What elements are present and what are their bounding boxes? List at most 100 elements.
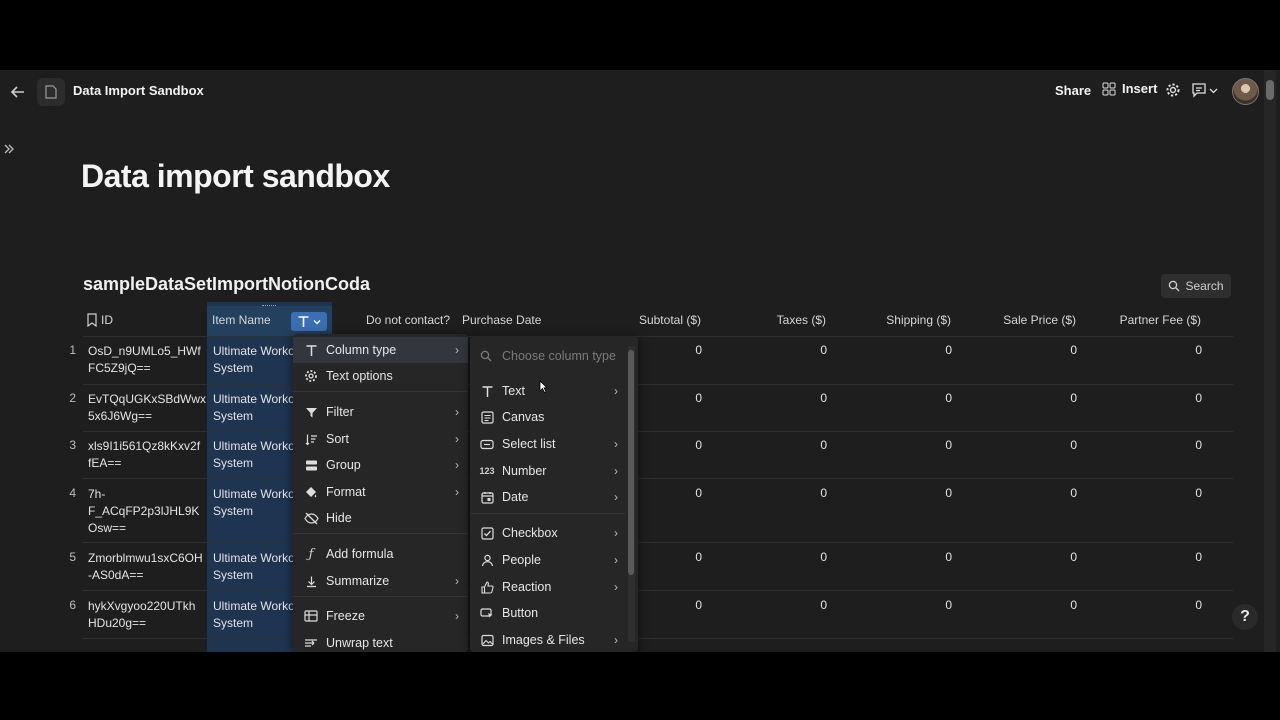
- column-type-button[interactable]: [291, 312, 327, 331]
- cell-taxes[interactable]: 0: [787, 438, 827, 452]
- cell-item-name[interactable]: Ultimate Worko System: [213, 486, 295, 520]
- help-button[interactable]: ?: [1232, 604, 1258, 630]
- cell-shipping[interactable]: 0: [912, 343, 952, 357]
- type-item-checkbox[interactable]: Checkbox ›: [470, 520, 638, 546]
- select-list-icon: [479, 436, 495, 452]
- mouse-cursor-icon: [539, 380, 549, 394]
- cell-partner-fee[interactable]: 0: [1162, 486, 1202, 500]
- avatar[interactable]: [1232, 78, 1259, 105]
- submenu-scroll-thumb[interactable]: [628, 350, 634, 575]
- cell-subtotal[interactable]: 0: [662, 486, 702, 500]
- cell-shipping[interactable]: 0: [912, 391, 952, 405]
- cell-partner-fee[interactable]: 0: [1162, 550, 1202, 564]
- gear-icon[interactable]: [1165, 82, 1181, 98]
- expand-sidebar-icon[interactable]: [2, 142, 16, 156]
- cell-id[interactable]: xls9I1i561Qz8kKxv2f fEA==: [88, 438, 200, 472]
- menu-item-group[interactable]: Group ›: [293, 452, 468, 478]
- drag-handle-icon[interactable]: [262, 305, 276, 308]
- cell-sale-price[interactable]: 0: [1037, 598, 1077, 612]
- page-scrollbar[interactable]: [1264, 70, 1276, 652]
- canvas-icon: [479, 409, 495, 425]
- menu-item-unwrap-text[interactable]: Unwrap text: [293, 630, 468, 652]
- type-item-text[interactable]: Text ›: [470, 378, 638, 404]
- page-scroll-thumb[interactable]: [1266, 80, 1274, 100]
- cell-taxes[interactable]: 0: [787, 343, 827, 357]
- cell-shipping[interactable]: 0: [912, 486, 952, 500]
- chevron-right-icon: ›: [455, 574, 459, 588]
- cell-shipping[interactable]: 0: [912, 550, 952, 564]
- menu-item-column-type[interactable]: Column type ›: [293, 337, 468, 363]
- comments-menu[interactable]: [1191, 82, 1218, 98]
- menu-item-filter[interactable]: Filter ›: [293, 399, 468, 425]
- cell-taxes[interactable]: 0: [787, 598, 827, 612]
- button-icon: [479, 605, 495, 621]
- column-header-purchase-date[interactable]: Purchase Date: [462, 313, 541, 327]
- column-header-subtotal[interactable]: Subtotal ($): [600, 313, 701, 327]
- cell-id[interactable]: EvTQqUGKxSBdWwx 5x6J6Wg==: [88, 391, 206, 425]
- table-title[interactable]: sampleDataSetImportNotionCoda: [83, 274, 370, 295]
- menu-item-text-options[interactable]: Text options: [293, 363, 468, 389]
- chevron-down-icon: [313, 318, 321, 326]
- cell-sale-price[interactable]: 0: [1037, 343, 1077, 357]
- type-item-button[interactable]: Button: [470, 600, 638, 626]
- chevron-right-icon: ›: [614, 490, 618, 504]
- cell-subtotal[interactable]: 0: [662, 550, 702, 564]
- cell-sale-price[interactable]: 0: [1037, 550, 1077, 564]
- cell-item-name[interactable]: Ultimate Worko System: [213, 343, 295, 377]
- cell-id[interactable]: hykXvgyoo220UTkh HDu20g==: [88, 598, 195, 632]
- cell-taxes[interactable]: 0: [787, 550, 827, 564]
- menu-item-format[interactable]: Format ›: [293, 479, 468, 505]
- back-arrow-icon[interactable]: [8, 82, 28, 102]
- type-item-canvas[interactable]: Canvas: [470, 404, 638, 430]
- cell-item-name[interactable]: Ultimate Worko System: [213, 598, 295, 632]
- column-header-id[interactable]: ID: [101, 313, 113, 327]
- menu-item-sort[interactable]: Sort ›: [293, 426, 468, 452]
- type-item-number[interactable]: 123 Number ›: [470, 458, 638, 484]
- cell-sale-price[interactable]: 0: [1037, 391, 1077, 405]
- type-item-date[interactable]: Date ›: [470, 484, 638, 510]
- column-header-item-name-label[interactable]: Item Name: [212, 313, 271, 327]
- formula-icon: ƒ: [308, 546, 314, 562]
- cell-id[interactable]: OsD_n9UMLo5_HWf FC5Z9jQ==: [88, 343, 201, 377]
- cell-subtotal[interactable]: 0: [662, 391, 702, 405]
- cell-id[interactable]: Zmorblmwu1sxC6OH -AS0dA==: [88, 550, 203, 584]
- cell-shipping[interactable]: 0: [912, 438, 952, 452]
- cell-subtotal[interactable]: 0: [662, 598, 702, 612]
- doc-title[interactable]: Data Import Sandbox: [73, 83, 204, 98]
- cell-subtotal[interactable]: 0: [662, 343, 702, 357]
- cell-sale-price[interactable]: 0: [1037, 486, 1077, 500]
- type-item-images-files[interactable]: Images & Files ›: [470, 627, 638, 652]
- cell-id[interactable]: 7h- F_ACqFP2p3lJHL9K Osw==: [88, 486, 199, 537]
- cell-partner-fee[interactable]: 0: [1162, 343, 1202, 357]
- menu-item-hide[interactable]: Hide: [293, 505, 468, 531]
- cell-shipping[interactable]: 0: [912, 598, 952, 612]
- cell-partner-fee[interactable]: 0: [1162, 391, 1202, 405]
- insert-button[interactable]: Insert: [1102, 81, 1157, 96]
- share-button[interactable]: Share: [1055, 83, 1091, 98]
- cell-taxes[interactable]: 0: [787, 486, 827, 500]
- column-type-search[interactable]: Choose column type: [470, 344, 638, 368]
- type-item-select-list[interactable]: Select list ›: [470, 431, 638, 457]
- column-header-partner-fee[interactable]: Partner Fee ($): [1090, 313, 1201, 327]
- column-header-taxes[interactable]: Taxes ($): [740, 313, 826, 327]
- type-item-reaction[interactable]: Reaction ›: [470, 574, 638, 600]
- type-item-people[interactable]: People ›: [470, 547, 638, 573]
- table-search-button[interactable]: Search: [1161, 274, 1231, 298]
- cell-taxes[interactable]: 0: [787, 391, 827, 405]
- menu-item-freeze[interactable]: Freeze ›: [293, 603, 468, 629]
- menu-item-add-formula[interactable]: ƒ Add formula: [293, 541, 468, 567]
- column-header-do-not-contact[interactable]: Do not contact?: [366, 313, 450, 327]
- column-header-sale-price[interactable]: Sale Price ($): [970, 313, 1076, 327]
- row-number: 3: [69, 438, 76, 452]
- row-divider: [83, 384, 1233, 385]
- cell-subtotal[interactable]: 0: [662, 438, 702, 452]
- cell-partner-fee[interactable]: 0: [1162, 598, 1202, 612]
- cell-item-name[interactable]: Ultimate Worko System: [213, 550, 295, 584]
- cell-partner-fee[interactable]: 0: [1162, 438, 1202, 452]
- cell-item-name[interactable]: Ultimate Worko System: [213, 438, 295, 472]
- thumbs-up-icon: [479, 579, 495, 595]
- column-header-shipping[interactable]: Shipping ($): [850, 313, 951, 327]
- cell-item-name[interactable]: Ultimate Worko System: [213, 391, 295, 425]
- menu-item-summarize[interactable]: Summarize ›: [293, 568, 468, 594]
- cell-sale-price[interactable]: 0: [1037, 438, 1077, 452]
